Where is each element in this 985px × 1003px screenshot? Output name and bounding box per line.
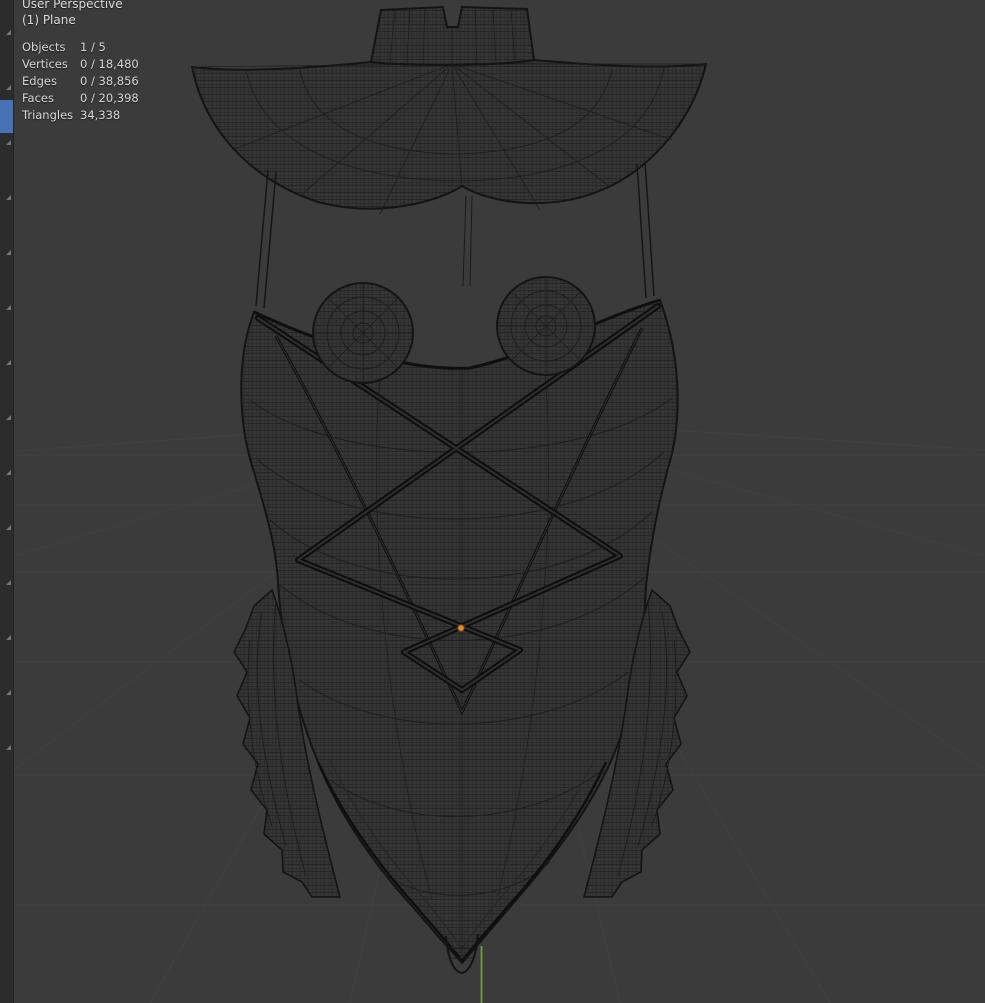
tool-corner-mark[interactable] [6,250,11,255]
stat-label-faces: Faces [22,91,54,105]
stat-label-vertices: Vertices [22,57,68,71]
cup-circle-left[interactable] [312,282,414,384]
tool-corner-mark[interactable] [6,360,11,365]
stat-value-vertices: 0 / 18,480 [80,57,139,71]
blender-3d-viewport[interactable]: User Perspective (1) Plane Objects 1 / 5… [0,0,985,1003]
tool-corner-mark[interactable] [6,745,11,750]
view-perspective-label: User Perspective [22,0,123,11]
viewport-overlay: User Perspective (1) Plane Objects 1 / 5… [22,0,139,122]
active-object-label: (1) Plane [22,13,76,27]
object-origin-dot [457,624,465,632]
tool-corner-mark[interactable] [6,195,11,200]
tool-corner-mark[interactable] [6,305,11,310]
tool-corner-mark[interactable] [6,140,11,145]
tool-corner-mark[interactable] [6,635,11,640]
tool-corner-mark[interactable] [6,85,11,90]
cup-circle-right[interactable] [496,276,596,376]
tool-corner-mark[interactable] [6,580,11,585]
scene-statistics: Objects 1 / 5 Vertices 0 / 18,480 Edges … [22,41,139,122]
wireframe-garment-mesh[interactable] [190,5,708,975]
tool-corner-mark[interactable] [6,30,11,35]
cape-collar[interactable] [190,58,708,210]
stat-value-faces: 0 / 20,398 [80,91,139,105]
toolbar[interactable] [0,0,14,1003]
stat-value-objects: 1 / 5 [80,40,106,54]
stat-value-triangles: 34,338 [80,108,121,122]
stat-label-triangles: Triangles [22,108,74,122]
tool-corner-mark[interactable] [6,690,11,695]
stat-label-objects: Objects [22,40,66,54]
active-tool-highlight[interactable] [0,100,13,133]
tool-corner-mark[interactable] [6,470,11,475]
tool-corner-mark[interactable] [6,415,11,420]
stat-value-edges: 0 / 38,856 [80,74,139,88]
viewport-canvas[interactable] [0,0,985,1003]
neck-collar[interactable] [369,5,536,66]
tool-corner-mark[interactable] [6,525,11,530]
stat-label-edges: Edges [22,74,57,88]
